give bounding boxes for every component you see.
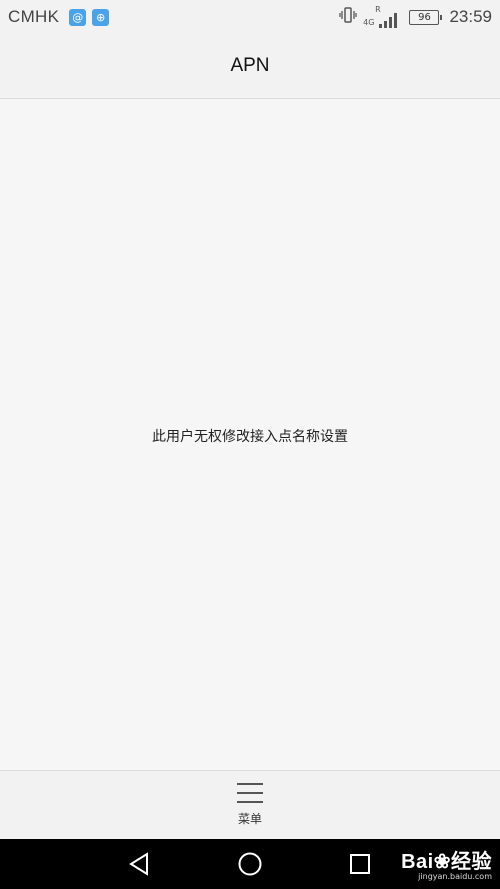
browser-notification-icon: ⊕ <box>92 8 110 26</box>
back-triangle-icon <box>129 852 148 876</box>
status-bar: CMHK @ ⊕ 4G R 96 23:59 <box>0 0 500 34</box>
battery-icon: 96 <box>409 9 443 25</box>
carrier-label: CMHK <box>8 7 60 26</box>
network-indicator: 4G R <box>363 5 398 28</box>
battery-level: 96 <box>418 11 431 23</box>
signal-strength-icon <box>379 12 398 28</box>
status-left: CMHK @ ⊕ <box>8 7 110 27</box>
watermark-url: jingyan.baidu.com <box>418 872 492 881</box>
page-title: APN <box>230 55 270 76</box>
bottom-toolbar: 菜单 <box>0 770 500 839</box>
vibrate-icon <box>339 7 357 27</box>
navigation-bar: Bai❀经验 jingyan.baidu.com <box>0 839 500 889</box>
clock: 23:59 <box>449 7 492 26</box>
menu-label: 菜单 <box>237 812 262 826</box>
recent-apps-button[interactable] <box>345 849 375 879</box>
permission-message: 此用户无权修改接入点名称设置 <box>152 429 348 445</box>
menu-button[interactable]: 菜单 <box>237 783 263 827</box>
title-bar: APN <box>0 34 500 99</box>
home-circle-icon <box>238 852 262 876</box>
home-button[interactable] <box>235 849 265 879</box>
baidu-watermark: Bai❀经验 jingyan.baidu.com <box>401 845 492 881</box>
roaming-label: R <box>375 5 381 14</box>
notification-app-icon: @ <box>69 8 87 26</box>
status-right: 4G R 96 23:59 <box>339 5 492 28</box>
network-type-label: 4G <box>363 18 375 27</box>
watermark-logo: Bai❀经验 <box>401 851 492 873</box>
menu-icon <box>237 783 263 803</box>
back-button[interactable] <box>125 849 155 879</box>
main-content: 此用户无权修改接入点名称设置 <box>0 100 500 770</box>
recent-square-icon <box>350 854 370 874</box>
